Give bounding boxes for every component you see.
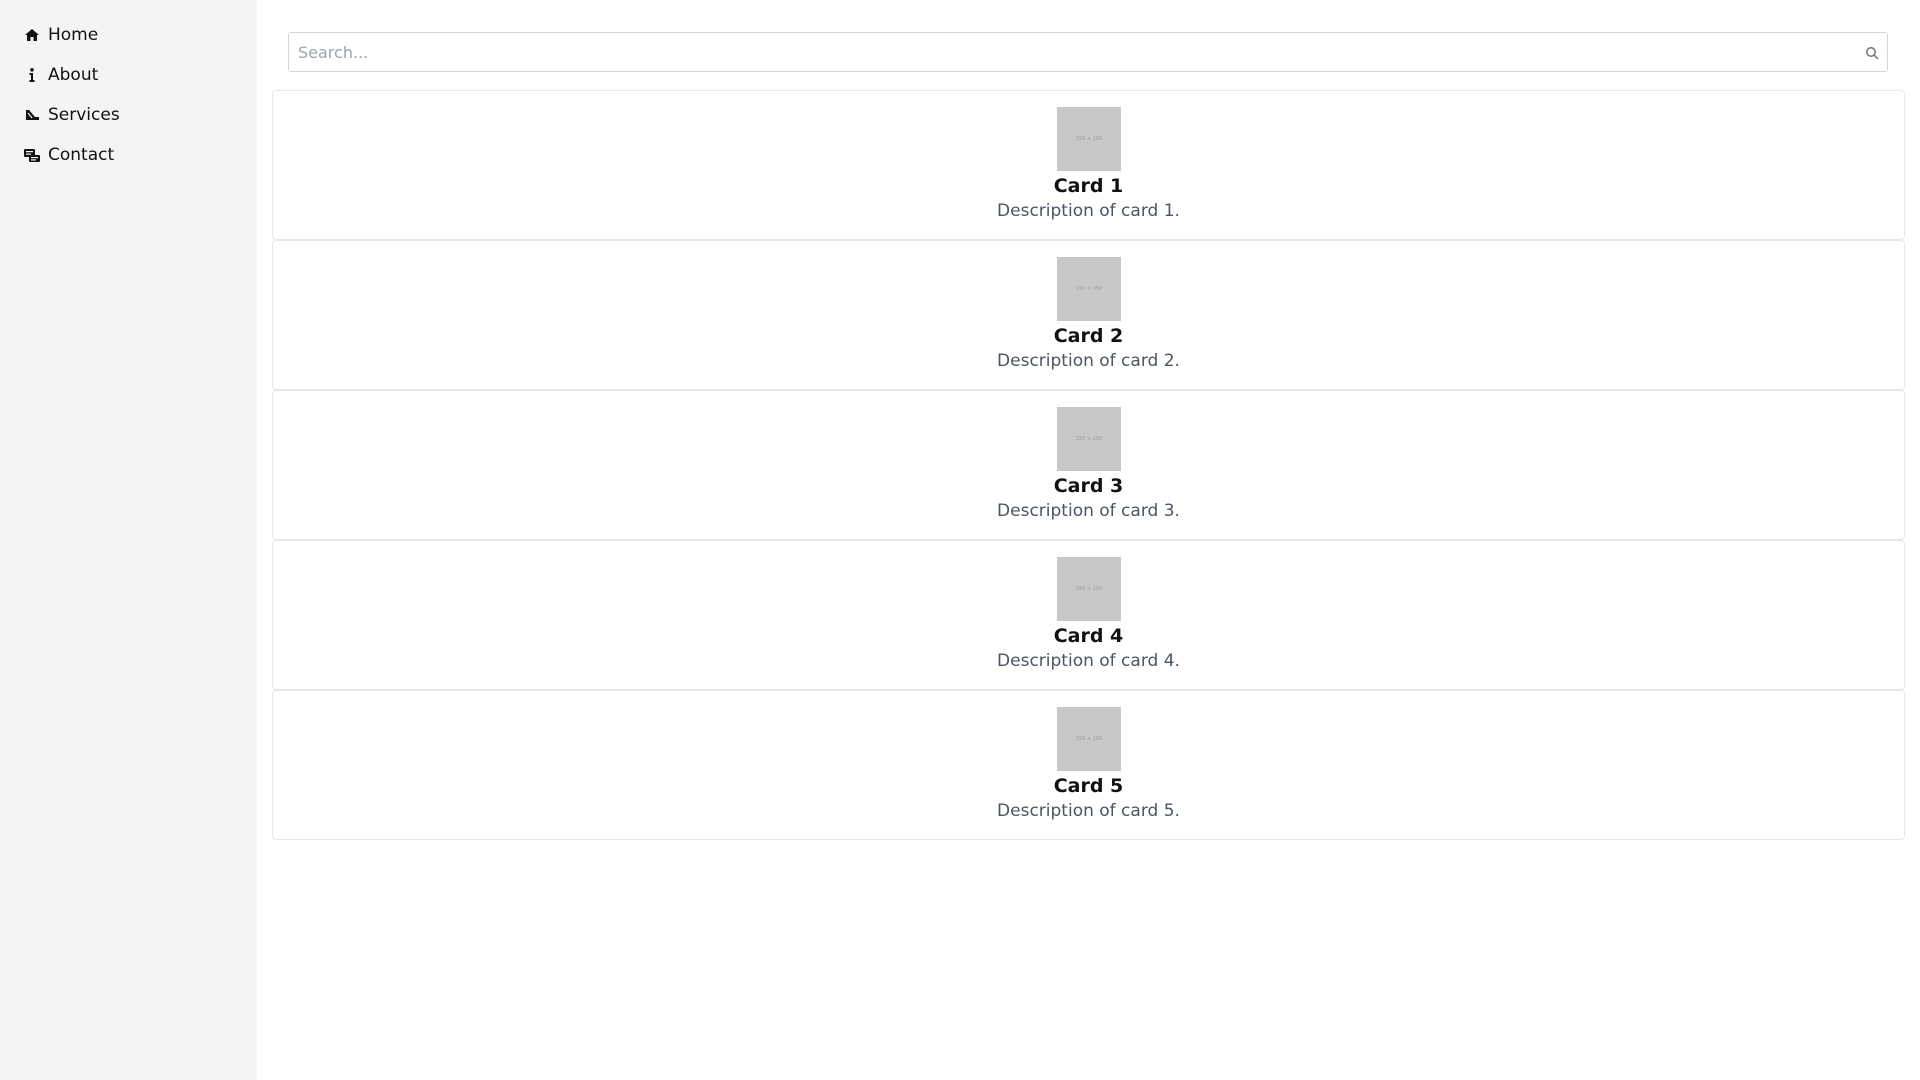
- card-image-caption: 150 × 150: [1075, 736, 1103, 742]
- search-bar: [288, 32, 1888, 72]
- info-icon: [24, 67, 40, 83]
- card-description: Description of card 5.: [997, 801, 1180, 821]
- app: Home About Services Contact Search... 15…: [0, 0, 1920, 1080]
- card-description: Description of card 3.: [997, 501, 1180, 521]
- card-title: Card 3: [1053, 475, 1124, 497]
- card-image: 150 × 150: [1057, 707, 1121, 771]
- card-image-caption: 150 × 150: [1075, 286, 1103, 292]
- sidebar: Home About Services Contact: [0, 0, 257, 1080]
- card-description: Description of card 1.: [997, 201, 1180, 221]
- sidebar-item-label: Contact: [48, 145, 115, 165]
- card-image-caption: 150 × 150: [1075, 136, 1103, 142]
- sidebar-item-home[interactable]: Home: [0, 15, 257, 55]
- card-image-caption: 150 × 150: [1075, 436, 1103, 442]
- card-description: Description of card 2.: [997, 351, 1180, 371]
- card-title: Card 1: [1053, 175, 1124, 197]
- search-input[interactable]: [289, 33, 1849, 71]
- main-content: 150 × 150 Card 1 Description of card 1. …: [272, 0, 1905, 1080]
- card-list: 150 × 150 Card 1 Description of card 1. …: [272, 90, 1905, 840]
- card-image-caption: 150 × 150: [1075, 586, 1103, 592]
- sidebar-item-services[interactable]: Services: [0, 95, 257, 135]
- card-image: 150 × 150: [1057, 557, 1121, 621]
- sidebar-item-label: About: [48, 65, 99, 85]
- card-title: Card 5: [1053, 775, 1124, 797]
- sidebar-item-label: Home: [48, 25, 99, 45]
- home-icon: [24, 27, 40, 43]
- card-description: Description of card 4.: [997, 651, 1180, 671]
- card: 150 × 150 Card 2 Description of card 2.: [272, 240, 1905, 390]
- card-title: Card 2: [1053, 325, 1124, 347]
- card-title: Card 4: [1053, 625, 1124, 647]
- sidebar-item-about[interactable]: About: [0, 55, 257, 95]
- card: 150 × 150 Card 5 Description of card 5.: [272, 690, 1905, 840]
- sidebar-item-label: Services: [48, 105, 120, 125]
- card-image: 150 × 150: [1057, 107, 1121, 171]
- card: 150 × 150 Card 3 Description of card 3.: [272, 390, 1905, 540]
- sidebar-item-contact[interactable]: Contact: [0, 135, 257, 175]
- card-image: 150 × 150: [1057, 257, 1121, 321]
- card-image: 150 × 150: [1057, 407, 1121, 471]
- search-icon[interactable]: [1865, 45, 1879, 60]
- contact-icon: [24, 147, 40, 163]
- card: 150 × 150 Card 1 Description of card 1.: [272, 90, 1905, 240]
- services-icon: [24, 107, 40, 123]
- card: 150 × 150 Card 4 Description of card 4.: [272, 540, 1905, 690]
